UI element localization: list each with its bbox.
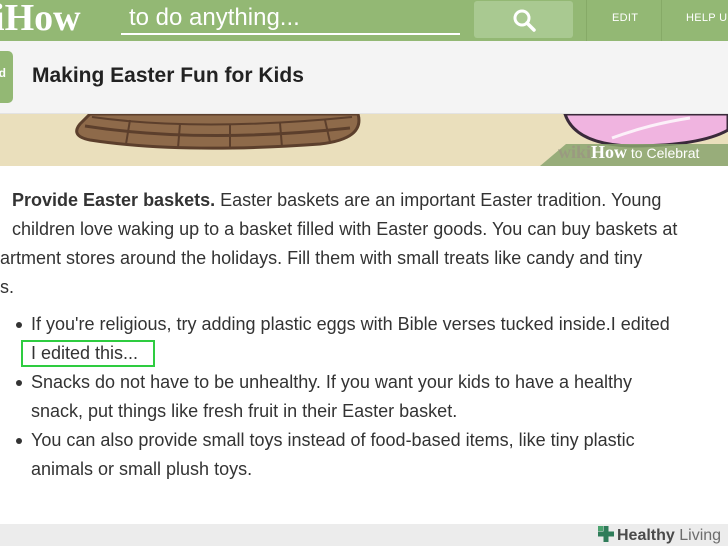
step-line: children love waking up to a basket fill… xyxy=(12,219,678,239)
watermark-wiki: wiki xyxy=(558,142,592,162)
footer-strip: Healthy Living xyxy=(0,524,728,546)
watermark-how: How xyxy=(591,142,628,162)
list-item: If you're religious, try adding plastic … xyxy=(0,310,728,339)
wikihow-watermark: wikiHow to Celebrat xyxy=(558,142,699,163)
nav-edit-link[interactable]: EDIT xyxy=(612,12,638,24)
step-line: artment stores around the holidays. Fill… xyxy=(0,248,643,268)
step-line: s. xyxy=(0,277,15,297)
bullet-icon xyxy=(16,380,22,386)
list-item-continuation: snack, put things like fresh fruit in th… xyxy=(31,401,458,421)
nav-divider xyxy=(661,0,662,41)
step-text: Provide Easter baskets. Easter baskets a… xyxy=(0,186,728,302)
search-input[interactable] xyxy=(121,3,460,35)
nav-help-link[interactable]: HELP U xyxy=(686,12,727,24)
list-item-text: If you're religious, try adding plastic … xyxy=(31,314,670,334)
list-item-text: Snacks do not have to be unhealthy. If y… xyxy=(31,372,633,392)
list-item-text: You can also provide small toys instead … xyxy=(31,430,635,450)
section-title: Making Easter Fun for Kids xyxy=(32,64,304,87)
bullet-icon xyxy=(16,438,22,444)
logo-living: Living xyxy=(674,527,722,544)
step-line: Provide Easter baskets. Easter baskets a… xyxy=(0,186,728,215)
step-text-part: Easter baskets are an important Easter t… xyxy=(215,190,662,210)
logo-healthy: Healthy xyxy=(617,527,675,544)
search-button[interactable] xyxy=(474,1,573,38)
healthy-living-cross-icon xyxy=(598,526,614,542)
healthy-living-logo[interactable]: Healthy Living xyxy=(597,525,721,546)
search-icon xyxy=(513,9,536,32)
list-item-continuation: I edited this... xyxy=(0,339,728,368)
edited-text-a[interactable]: I edited xyxy=(31,343,90,363)
list-item: You can also provide small toys instead … xyxy=(0,426,728,455)
watermark-rest: to Celebrat xyxy=(627,145,700,161)
top-bar: iHow EDIT HELP U xyxy=(0,0,728,41)
list-item: Snacks do not have to be unhealthy. If y… xyxy=(0,368,728,397)
step-illustration: wikiHow to Celebrat xyxy=(0,114,728,166)
tips-list: If you're religious, try adding plastic … xyxy=(0,310,728,484)
edited-text-b[interactable]: this... xyxy=(90,343,138,363)
section-tab[interactable]: d xyxy=(0,51,13,103)
logo-text: How xyxy=(4,0,81,39)
list-item-continuation: animals or small plush toys. xyxy=(31,459,253,479)
section-header: d Making Easter Fun for Kids xyxy=(0,41,728,114)
wikihow-logo[interactable]: iHow xyxy=(0,0,81,39)
bullet-icon xyxy=(16,322,22,328)
step-heading: Provide Easter baskets. xyxy=(12,190,216,210)
nav-divider xyxy=(586,0,587,41)
